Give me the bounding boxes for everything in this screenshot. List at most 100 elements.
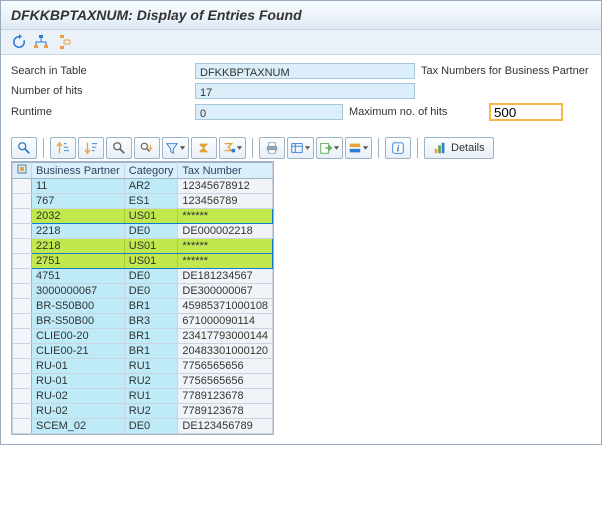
table-row[interactable]: RU-02RU27789123678: [13, 404, 273, 419]
row-marker[interactable]: [13, 209, 32, 224]
alv-grid-area: i Details: [1, 127, 601, 444]
cell-cat: BR1: [124, 344, 178, 359]
app-toolbar: [1, 30, 601, 55]
cell-bp: RU-01: [32, 374, 125, 389]
cell-bp: 2218: [32, 224, 125, 239]
table-row[interactable]: RU-01RU17756565656: [13, 359, 273, 374]
cell-bp: RU-02: [32, 389, 125, 404]
separator: [43, 138, 44, 158]
filter-button[interactable]: [162, 137, 189, 159]
row-marker[interactable]: [13, 419, 32, 434]
cell-cat: ES1: [124, 194, 178, 209]
row-marker[interactable]: [13, 194, 32, 209]
link-icon[interactable]: [55, 34, 71, 50]
hierarchy-icon[interactable]: [33, 34, 49, 50]
table-row[interactable]: 2218DE0DE000002218: [13, 224, 273, 239]
cell-tax: ******: [178, 254, 273, 269]
cell-cat: DE0: [124, 224, 178, 239]
cell-bp: BR-S50B00: [32, 314, 125, 329]
separator: [378, 138, 379, 158]
separator: [252, 138, 253, 158]
cell-cat: RU1: [124, 359, 178, 374]
find-button[interactable]: [106, 137, 132, 159]
row-marker[interactable]: [13, 389, 32, 404]
table-row[interactable]: CLIE00-20BR123417793000144: [13, 329, 273, 344]
details-label: Details: [451, 142, 485, 154]
col-tax-number[interactable]: Tax Number: [178, 163, 273, 179]
cell-tax: 123456789: [178, 194, 273, 209]
search-table-label: Search in Table: [11, 65, 195, 77]
print-button[interactable]: [259, 137, 285, 159]
cell-tax: DE123456789: [178, 419, 273, 434]
row-marker[interactable]: [13, 254, 32, 269]
row-marker[interactable]: [13, 269, 32, 284]
cell-bp: SCEM_02: [32, 419, 125, 434]
table-row[interactable]: 767ES1123456789: [13, 194, 273, 209]
table-row[interactable]: CLIE00-21BR120483301000120: [13, 344, 273, 359]
row-marker[interactable]: [13, 179, 32, 194]
row-marker[interactable]: [13, 404, 32, 419]
cell-tax: DE300000067: [178, 284, 273, 299]
total-button[interactable]: [191, 137, 217, 159]
sort-desc-button[interactable]: [78, 137, 104, 159]
info-button[interactable]: [385, 137, 411, 159]
cell-bp: BR-S50B00: [32, 299, 125, 314]
table-row[interactable]: BR-S50B00BR3671000090114: [13, 314, 273, 329]
subtotal-button[interactable]: [219, 137, 246, 159]
cell-bp: RU-01: [32, 359, 125, 374]
cell-cat: AR2: [124, 179, 178, 194]
row-marker[interactable]: [13, 359, 32, 374]
cell-bp: 767: [32, 194, 125, 209]
cell-bp: 11: [32, 179, 125, 194]
cell-tax: 7789123678: [178, 404, 273, 419]
cell-tax: 7756565656: [178, 359, 273, 374]
cell-cat: DE0: [124, 419, 178, 434]
cell-bp: RU-02: [32, 404, 125, 419]
sort-asc-button[interactable]: [50, 137, 76, 159]
app-window: DFKKBPTAXNUM: Display of Entries Found S…: [0, 0, 602, 445]
table-row[interactable]: RU-01RU27756565656: [13, 374, 273, 389]
table-row[interactable]: RU-02RU17789123678: [13, 389, 273, 404]
table-row[interactable]: SCEM_02DE0DE123456789: [13, 419, 273, 434]
row-marker[interactable]: [13, 374, 32, 389]
search-table-field: DFKKBPTAXNUM: [195, 63, 415, 79]
row-marker[interactable]: [13, 239, 32, 254]
cell-bp: 2751: [32, 254, 125, 269]
maxhits-input[interactable]: [489, 103, 563, 121]
select-all-corner[interactable]: [13, 163, 32, 179]
table-row[interactable]: 11AR212345678912: [13, 179, 273, 194]
table-row[interactable]: 3000000067DE0DE300000067: [13, 284, 273, 299]
cell-bp: 2032: [32, 209, 125, 224]
col-category[interactable]: Category: [124, 163, 178, 179]
cell-tax: 7789123678: [178, 389, 273, 404]
refresh-icon[interactable]: [11, 34, 27, 50]
table-row[interactable]: 2032US01******: [13, 209, 273, 224]
view-button[interactable]: [287, 137, 314, 159]
col-business-partner[interactable]: Business Partner: [32, 163, 125, 179]
row-marker[interactable]: [13, 284, 32, 299]
alv-toolbar: Details: [11, 137, 591, 159]
export-button[interactable]: [316, 137, 343, 159]
table-row[interactable]: 2751US01******: [13, 254, 273, 269]
table-row[interactable]: 4751DE0DE181234567: [13, 269, 273, 284]
cell-cat: DE0: [124, 284, 178, 299]
cell-cat: US01: [124, 254, 178, 269]
row-marker[interactable]: [13, 329, 32, 344]
layout-button[interactable]: [345, 137, 372, 159]
find-next-button[interactable]: [134, 137, 160, 159]
details-button[interactable]: Details: [424, 137, 494, 159]
selection-form: Search in Table DFKKBPTAXNUM Tax Numbers…: [1, 55, 601, 127]
hits-label: Number of hits: [11, 85, 195, 97]
row-marker[interactable]: [13, 344, 32, 359]
cell-bp: CLIE00-20: [32, 329, 125, 344]
detail-button[interactable]: [11, 137, 37, 159]
row-marker[interactable]: [13, 314, 32, 329]
table-row[interactable]: BR-S50B00BR145985371000108: [13, 299, 273, 314]
cell-tax: 671000090114: [178, 314, 273, 329]
cell-cat: DE0: [124, 269, 178, 284]
row-marker[interactable]: [13, 224, 32, 239]
row-marker[interactable]: [13, 299, 32, 314]
cell-bp: 4751: [32, 269, 125, 284]
runtime-label: Runtime: [11, 106, 195, 118]
table-row[interactable]: 2218US01******: [13, 239, 273, 254]
